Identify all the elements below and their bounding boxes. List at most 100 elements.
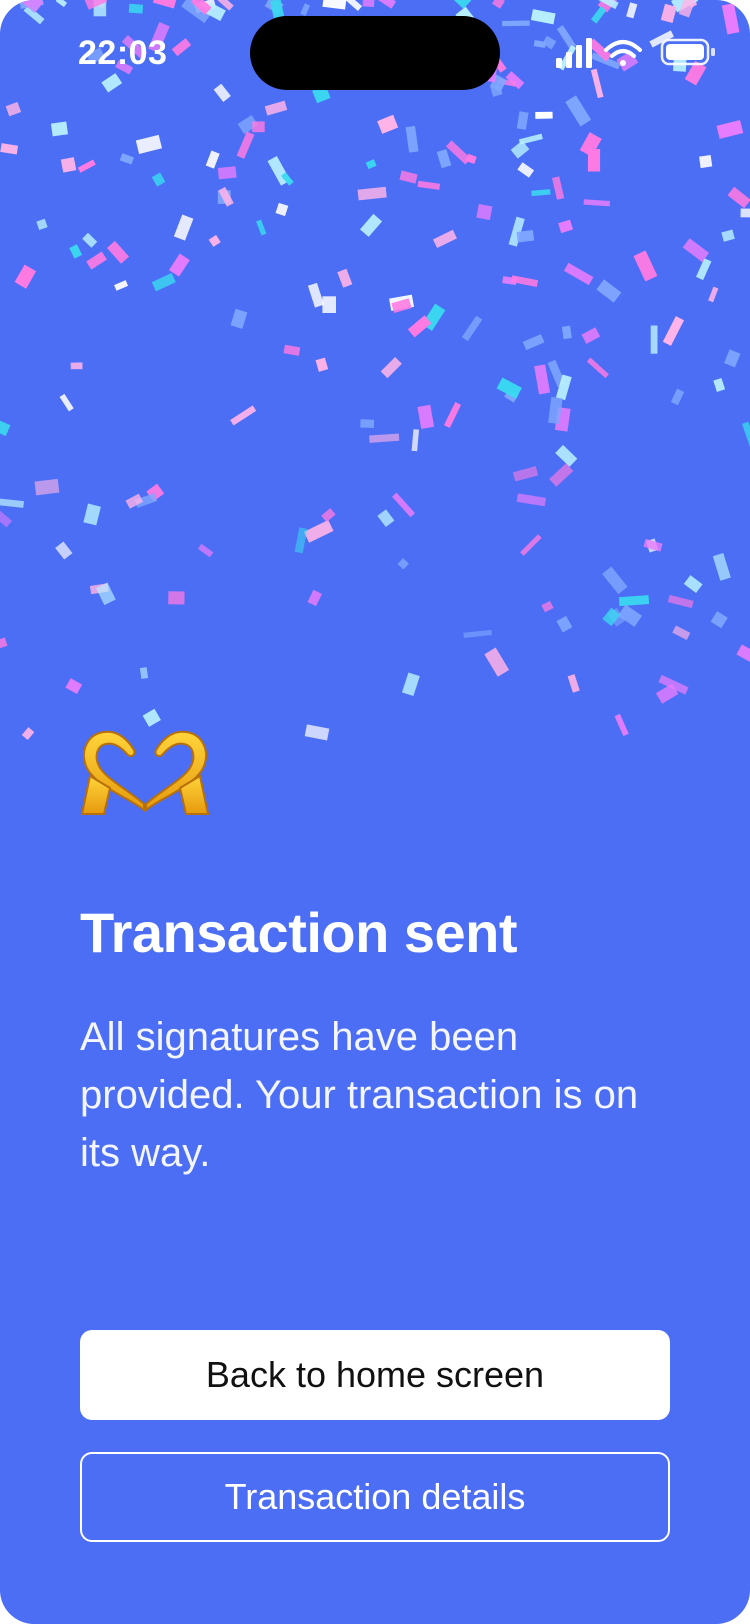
confetti-piece [275, 202, 289, 217]
confetti-piece [230, 405, 257, 426]
confetti-piece [256, 219, 267, 236]
confetti-piece [549, 463, 574, 487]
confetti-piece [583, 199, 611, 207]
confetti-piece [173, 214, 194, 241]
confetti-piece [727, 186, 750, 209]
confetti-piece [716, 119, 744, 139]
confetti-piece [55, 541, 73, 560]
wifi-icon [604, 40, 642, 66]
confetti-piece [135, 134, 163, 154]
confetti-piece [561, 325, 572, 340]
confetti-piece [721, 229, 735, 242]
confetti-piece [535, 111, 553, 119]
confetti-piece [708, 286, 719, 303]
confetti-piece [142, 708, 161, 727]
confetti-piece [392, 492, 415, 518]
confetti-piece [401, 672, 420, 697]
confetti-piece [0, 143, 19, 155]
confetti-piece [70, 362, 83, 370]
transaction-details-button[interactable]: Transaction details [80, 1452, 670, 1542]
confetti-piece [21, 727, 35, 740]
confetti-piece [742, 421, 750, 453]
confetti-piece [411, 429, 420, 452]
confetti-piece [294, 527, 308, 554]
confetti-piece [713, 377, 726, 392]
confetti-piece [740, 208, 750, 218]
confetti-piece [168, 591, 185, 605]
confetti-piece [558, 219, 574, 234]
confetti-piece [397, 558, 409, 570]
heart-hands-emoji [80, 730, 210, 815]
confetti-piece [65, 678, 83, 695]
status-icons [536, 36, 726, 70]
confetti-piece [541, 600, 554, 613]
confetti-piece [650, 325, 658, 354]
confetti-piece [633, 250, 658, 282]
confetti-piece [565, 95, 592, 127]
confetti-piece [672, 625, 691, 640]
confetti-piece [618, 595, 650, 607]
confetti-piece [484, 647, 510, 677]
confetti-piece [510, 140, 530, 159]
confetti-piece [0, 505, 13, 528]
confetti-piece [337, 268, 353, 288]
confetti-piece [315, 357, 329, 372]
confetti-piece [0, 637, 8, 650]
confetti-piece [476, 203, 493, 221]
confetti-piece [736, 644, 750, 665]
confetti-piece [596, 279, 622, 303]
confetti-piece [516, 493, 546, 507]
confetti-piece [417, 404, 435, 429]
confetti-piece [563, 262, 594, 286]
confetti-piece [60, 157, 77, 173]
confetti-piece [512, 466, 539, 482]
confetti-piece [283, 344, 301, 356]
confetti-piece [205, 150, 220, 169]
confetti-piece [264, 100, 288, 116]
confetti-piece [5, 101, 22, 117]
confetti-piece [531, 189, 551, 197]
confetti-piece [59, 393, 74, 412]
confetti-piece [520, 534, 542, 556]
confetti-piece [208, 234, 221, 247]
confetti-piece [602, 566, 628, 595]
confetti-piece [151, 172, 166, 187]
battery-icon [660, 38, 715, 66]
confetti-piece [86, 251, 107, 270]
confetti-piece [443, 401, 462, 428]
confetti-piece [377, 114, 399, 134]
page-title: Transaction sent [80, 901, 518, 964]
back-to-home-button[interactable]: Back to home screen [80, 1330, 670, 1420]
confetti-piece [357, 186, 387, 201]
confetti-piece [322, 296, 337, 314]
confetti-piece [667, 594, 694, 609]
confetti-piece [556, 615, 573, 633]
confetti-decoration [0, 0, 750, 741]
confetti-piece [682, 238, 710, 263]
confetti-piece [534, 364, 551, 395]
confetti-piece [436, 149, 452, 169]
confetti-piece [380, 356, 402, 379]
confetti-piece [36, 218, 48, 231]
confetti-piece [710, 611, 728, 629]
confetti-piece [369, 433, 400, 443]
confetti-piece [14, 264, 37, 289]
confetti-piece [461, 315, 483, 342]
confetti-piece [463, 629, 492, 638]
confetti-piece [230, 308, 248, 329]
confetti-piece [551, 176, 565, 200]
confetti-piece [168, 253, 190, 277]
status-bar: 22:03 [0, 0, 750, 100]
confetti-piece [50, 121, 69, 137]
confetti-piece [114, 280, 129, 291]
confetti-piece [197, 543, 214, 558]
confetti-piece [106, 240, 130, 264]
confetti-piece [683, 575, 703, 594]
confetti-piece [77, 159, 96, 173]
confetti-piece [139, 667, 149, 679]
confetti-piece [614, 713, 629, 737]
success-screen: 22:03 Transaction sent All signatures ha… [0, 0, 750, 1624]
confetti-piece [119, 153, 134, 165]
confetti-piece [670, 388, 685, 406]
confetti-piece [217, 166, 237, 180]
